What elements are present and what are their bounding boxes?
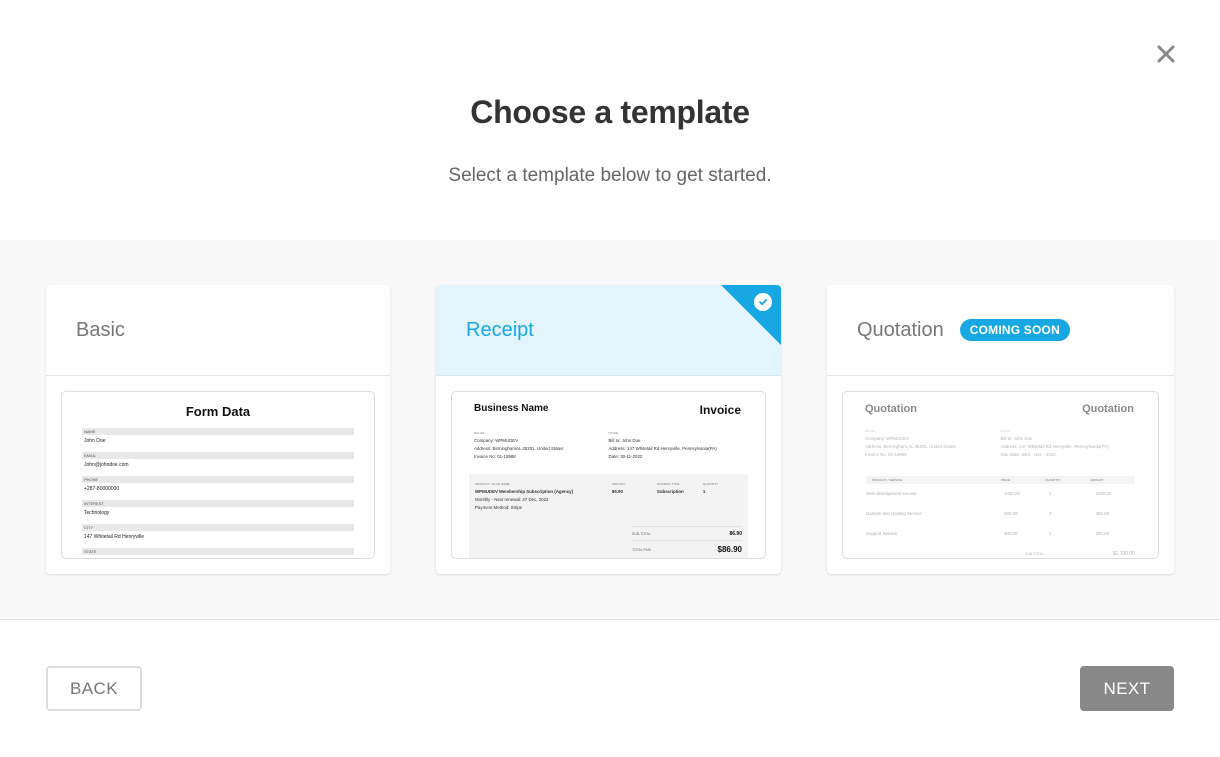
payer-line: Address: 147 Whitetail Rd Henryville, Pe… <box>1000 444 1109 449</box>
row-quantity: 1 <box>1049 491 1052 496</box>
form-field: STATE <box>82 548 354 555</box>
biller-line: Address: BirminghamAL 35201, United Stat… <box>474 446 564 451</box>
close-icon[interactable] <box>1152 40 1180 68</box>
payer-line: Due Date: 30rd - Dec - 2022 <box>1000 452 1056 457</box>
payer-line: Date: 30-11-2022 <box>608 454 643 459</box>
row-price: 1000.00 <box>1003 491 1020 496</box>
template-card-receipt[interactable]: Receipt Business Name Invoice BILLER Com… <box>436 285 781 574</box>
card-header: Basic <box>46 285 390 376</box>
quotation-title: Quotation <box>1082 403 1134 415</box>
total-value: $86.90 <box>717 545 742 554</box>
form-field: EMAIL John@johndoe.com <box>82 452 354 476</box>
row-amount: 400.00 <box>1095 511 1110 516</box>
row-service: Domain and Hosting Service <box>866 511 922 516</box>
payer-line: Address: 147 Whitetail Rd Henryville, Pe… <box>608 446 717 451</box>
business-name: Business Name <box>474 403 549 414</box>
template-card-basic[interactable]: Basic Form Data NAME John Doe EMAIL John… <box>46 285 390 574</box>
payer-line: Bill to: John Doe <box>1000 436 1033 441</box>
row-quantity: 1 <box>1049 531 1052 536</box>
row-service: Support Service <box>866 531 898 536</box>
field-value: +287-80000000 <box>84 486 120 492</box>
item-amount: 86.90 <box>611 489 623 494</box>
quotation-table: PRODUCT / SERVICE PRICE QUANTITY AMOUNT … <box>860 476 1141 558</box>
template-card-quotation[interactable]: Quotation COMING SOON Quotation Quotatio… <box>827 285 1174 574</box>
invoice-title: Invoice <box>699 403 741 417</box>
template-name: Receipt <box>466 318 534 341</box>
biller-line: Invoice No: 01-19988 <box>474 454 516 459</box>
row-price: 300.00 <box>1003 531 1018 536</box>
dialog-subtitle: Select a template below to get started. <box>448 165 772 186</box>
form-field: NAME John Doe <box>82 428 354 452</box>
item-payment-method: Payment Method: Stripe <box>475 505 523 510</box>
form-field: INTEREST Technology <box>82 500 354 524</box>
subtotal-row: SUB-TOTAL 86.90 <box>632 526 742 540</box>
item-renewal: Monthly - Next renewal: 27 Dec, 2022 <box>475 497 549 502</box>
table-row: Web development service 1000.00 1 1000.0… <box>860 484 1141 504</box>
field-label: STATE <box>82 548 354 555</box>
template-name: Quotation <box>857 318 944 341</box>
item-type: Subscription <box>656 489 684 494</box>
next-button[interactable]: NEXT <box>1080 666 1174 711</box>
row-quantity: 2 <box>1049 511 1052 516</box>
preview-title: Form Data <box>185 404 251 419</box>
card-header: Receipt <box>436 285 781 376</box>
card-header: Quotation COMING SOON <box>827 285 1174 376</box>
field-value: Technology <box>84 510 110 516</box>
table-row: WPMUDEV Membership Subscription (Agency)… <box>469 488 748 512</box>
total-label: TOTAL PAID <box>632 547 652 552</box>
biller-line: Company: WPMUDEV <box>474 438 519 443</box>
selected-corner <box>721 285 781 345</box>
row-amount: 1000.00 <box>1095 491 1112 496</box>
payer-line: Bill to: John Doe <box>608 438 641 443</box>
subtotal-label: SUB-TOTAL <box>632 531 651 536</box>
table-header: PRODUCT / PLAN NAME AMOUNT PAYMENT TYPE … <box>469 474 748 488</box>
dialog-header: Choose a template Select a template belo… <box>0 0 1220 240</box>
subtotal-value: $1,700.00 <box>1112 551 1135 557</box>
dialog-title: Choose a template <box>470 94 750 130</box>
template-preview: Quotation Quotation BILLER Company: WPMU… <box>842 391 1159 559</box>
field-value: John Doe <box>84 438 106 444</box>
field-label: PHONE <box>82 476 354 483</box>
row-amount: 300.00 <box>1095 531 1110 536</box>
item-quantity: 1 <box>702 489 706 494</box>
total-row: TOTAL PAID $86.90 <box>632 540 742 558</box>
payer-info: PAYER Bill to: John Doe Address: 147 Whi… <box>1001 429 1137 459</box>
biller-info: BILLER Company: WPMUDEV Address: Birming… <box>474 431 609 461</box>
field-label: NAME <box>82 428 354 435</box>
table-row: Support Service 300.00 1 300.00 <box>860 524 1141 544</box>
row-price: 200.00 <box>1003 511 1018 516</box>
biller-line: Company: WPMUDEV <box>865 436 910 441</box>
form-field: PHONE +287-80000000 <box>82 476 354 500</box>
field-value: 147 Whitetail Rd Henryville <box>84 534 145 540</box>
subtotal-label: SUB-TOTAL <box>1025 552 1044 556</box>
checkmark-icon <box>754 293 772 311</box>
field-label: CITY <box>82 524 354 531</box>
field-value: John@johndoe.com <box>84 462 129 468</box>
back-button[interactable]: BACK <box>46 666 142 711</box>
field-label: EMAIL <box>82 452 354 459</box>
template-name: Basic <box>76 318 125 341</box>
payer-info: PAYER Bill to: John Doe Address: 147 Whi… <box>609 431 744 461</box>
biller-info: BILLER Company: WPMUDEV Address: Birming… <box>865 429 1001 459</box>
biller-line: Address: Birmingham,AL 35201, United Sta… <box>865 444 956 449</box>
field-label: INTEREST <box>82 500 354 507</box>
table-row: Domain and Hosting Service 200.00 2 400.… <box>860 504 1141 524</box>
subtotal-value: 86.90 <box>729 530 742 537</box>
row-service: Web development service <box>866 491 917 496</box>
template-gallery: Basic Form Data NAME John Doe EMAIL John… <box>0 240 1220 620</box>
subtotal-row: SUB-TOTAL $1,700.00 <box>1025 549 1135 558</box>
item-name: WPMUDEV Membership Subscription (Agency) <box>475 489 574 494</box>
template-preview: Business Name Invoice BILLER Company: WP… <box>451 391 766 559</box>
form-field: CITY 147 Whitetail Rd Henryville <box>82 524 354 548</box>
biller-line: Invoice No: 01-19988 <box>865 452 907 457</box>
template-preview: Form Data NAME John Doe EMAIL John@johnd… <box>61 391 375 559</box>
business-name: Quotation <box>865 403 917 415</box>
invoice-table: PRODUCT / PLAN NAME AMOUNT PAYMENT TYPE … <box>469 474 748 558</box>
coming-soon-badge: COMING SOON <box>959 319 1070 341</box>
table-header: PRODUCT / SERVICE PRICE QUANTITY AMOUNT <box>866 476 1135 484</box>
